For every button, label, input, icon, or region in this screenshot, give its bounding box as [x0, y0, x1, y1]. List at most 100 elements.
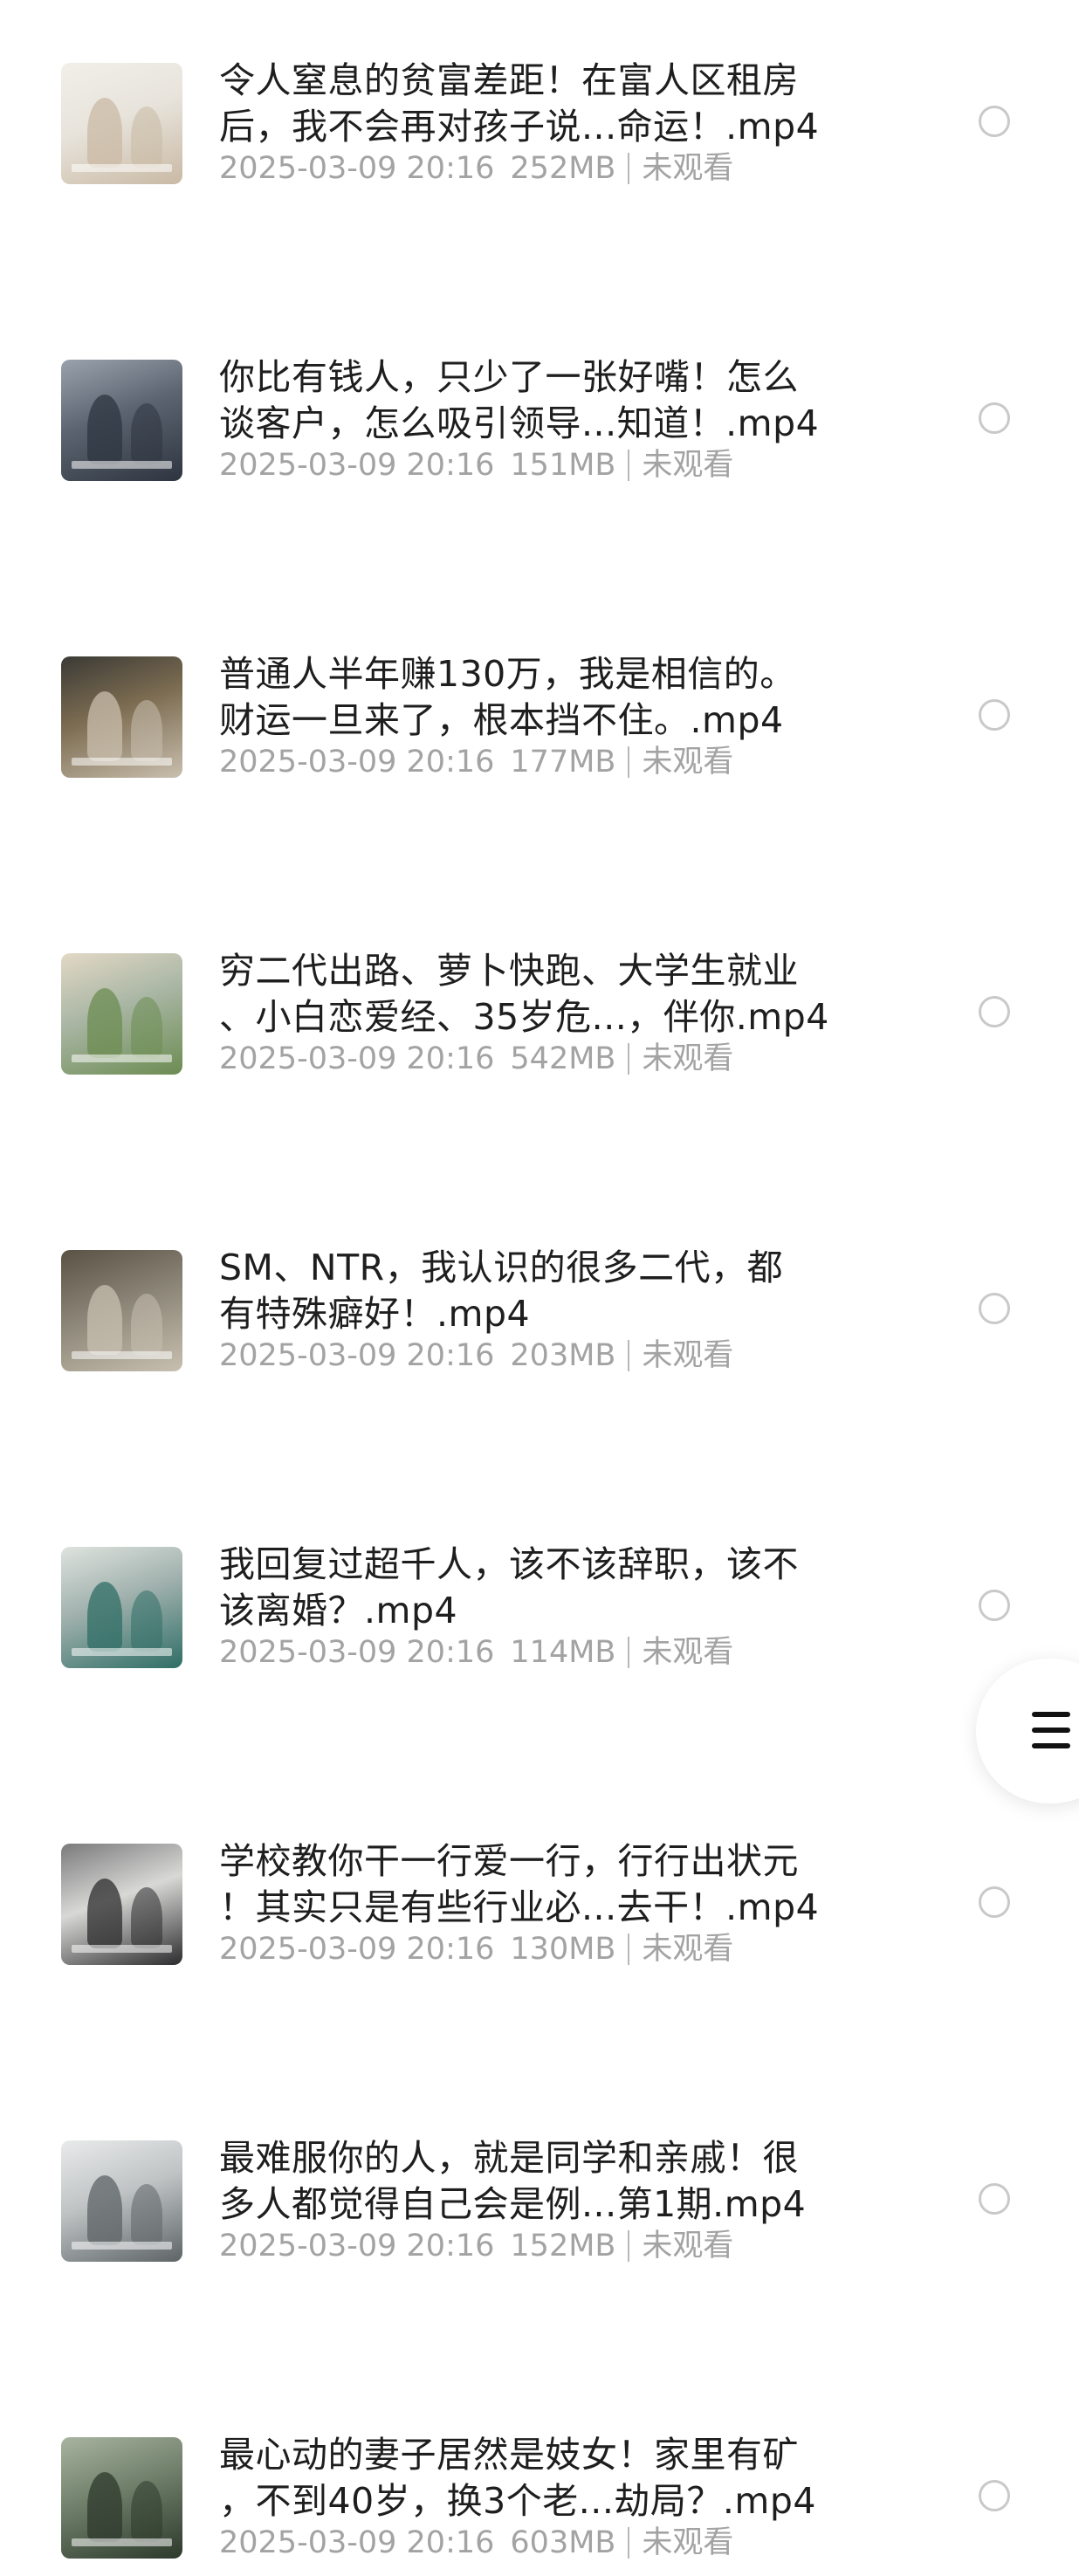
file-title: 令人窒息的贫富差距！在富人区租房 后，我不会再对孩子说...命运！.mp4: [219, 58, 883, 150]
video-thumbnail: [61, 1250, 182, 1371]
file-meta: 2025-03-09 20:16 252MB 未观看: [219, 150, 733, 187]
watch-status: 未观看: [642, 2525, 734, 2560]
file-list-item[interactable]: 最难服你的人，就是同学和亲戚！很 多人都觉得自己会是例...第1期.mp4 2025…: [0, 2072, 1079, 2279]
thumbnail-figure: [131, 403, 162, 464]
video-thumbnail: [61, 656, 182, 778]
file-title-line: 令人窒息的贫富差距！在富人区租房: [219, 59, 799, 101]
thumbnail-subtitle-strip: [72, 1351, 172, 1359]
file-size: 114MB: [510, 1635, 616, 1670]
select-radio-button[interactable]: [979, 2183, 1010, 2215]
meta-divider: [628, 2230, 630, 2262]
file-title-line: 谈客户，怎么吸引领导...知道！.mp4: [219, 402, 820, 444]
file-title: 穷二代出路、萝卜快跑、大学生就业 、小白恋爱经、35岁危...，伴你.mp4: [219, 948, 883, 1041]
file-title: 学校教你干一行爱一行，行行出状元 ！其实只是有些行业必...去干！.mp4: [219, 1838, 883, 1931]
file-date: 2025-03-09 20:16: [219, 1041, 495, 1076]
file-date: 2025-03-09 20:16: [219, 745, 495, 780]
file-title-line: 有特殊癖好！.mp4: [219, 1293, 531, 1335]
file-list-item[interactable]: 我回复过超千人，该不该辞职，该不 该离婚？.mp4 2025-03-09 20:16…: [0, 1479, 1079, 1686]
select-radio-button[interactable]: [979, 699, 1010, 731]
file-title-line: 、小白恋爱经、35岁危...，伴你.mp4: [219, 996, 829, 1038]
file-title-line: 我回复过超千人，该不该辞职，该不: [219, 1543, 799, 1585]
file-list-item[interactable]: 普通人半年赚130万，我是相信的。 财运一旦来了，根本挡不住。.mp4 2025-0…: [0, 588, 1079, 795]
thumbnail-figure: [131, 106, 162, 168]
file-size: 152MB: [510, 2229, 616, 2263]
file-title-line: 该离婚？.mp4: [219, 1590, 458, 1631]
select-radio-button[interactable]: [979, 1886, 1010, 1918]
file-size: 151MB: [510, 448, 616, 483]
thumbnail-figure: [87, 1582, 122, 1652]
meta-divider: [628, 153, 630, 184]
file-title: 普通人半年赚130万，我是相信的。 财运一旦来了，根本挡不住。.mp4: [219, 651, 883, 744]
thumbnail-figure: [131, 997, 162, 1058]
file-date: 2025-03-09 20:16: [219, 1338, 495, 1373]
select-radio-button[interactable]: [979, 1293, 1010, 1324]
meta-divider: [628, 1043, 630, 1075]
file-list-item[interactable]: 令人窒息的贫富差距！在富人区租房 后，我不会再对孩子说...命运！.mp4 2025…: [0, 0, 1079, 202]
select-radio-button[interactable]: [979, 106, 1010, 137]
thumbnail-subtitle-strip: [72, 1054, 172, 1062]
thumbnail-subtitle-strip: [72, 1945, 172, 1953]
file-list-item[interactable]: 你比有钱人，只少了一张好嘴！怎么 谈客户，怎么吸引领导...知道！.mp4 2025…: [0, 292, 1079, 498]
file-title-line: SM、NTR，我认识的很多二代，都: [219, 1247, 784, 1288]
meta-divider: [628, 2527, 630, 2559]
video-thumbnail: [61, 63, 182, 184]
thumbnail-figure: [87, 98, 122, 168]
file-list-item[interactable]: SM、NTR，我认识的很多二代，都 有特殊癖好！.mp4 2025-03-09 20…: [0, 1182, 1079, 1389]
thumbnail-subtitle-strip: [72, 2242, 172, 2250]
file-title-line: 后，我不会再对孩子说...命运！.mp4: [219, 106, 820, 148]
file-title-line: 多人都觉得自己会是例...第1期.mp4: [219, 2183, 807, 2225]
file-size: 603MB: [510, 2525, 616, 2560]
file-date: 2025-03-09 20:16: [219, 2229, 495, 2263]
file-meta: 2025-03-09 20:16 151MB 未观看: [219, 447, 733, 484]
file-meta: 2025-03-09 20:16 203MB 未观看: [219, 1337, 733, 1374]
thumbnail-figure: [131, 1294, 162, 1355]
file-size: 130MB: [510, 1932, 616, 1967]
thumbnail-figure: [87, 1285, 122, 1355]
watch-status: 未观看: [642, 1635, 734, 1670]
video-thumbnail: [61, 2140, 182, 2262]
video-thumbnail: [61, 2437, 182, 2559]
file-meta: 2025-03-09 20:16 603MB 未观看: [219, 2524, 733, 2561]
file-title-line: 最心动的妻子居然是妓女！家里有矿: [219, 2434, 799, 2476]
thumbnail-figure: [87, 988, 122, 1058]
hamburger-menu-icon: [1032, 1712, 1070, 1748]
file-title-line: 穷二代出路、萝卜快跑、大学生就业: [219, 950, 799, 992]
thumbnail-figure: [131, 2481, 162, 2542]
select-radio-button[interactable]: [979, 1590, 1010, 1621]
file-list-item[interactable]: 学校教你干一行爱一行，行行出状元 ！其实只是有些行业必...去干！.mp4 2025…: [0, 1776, 1079, 1982]
file-title-line: 你比有钱人，只少了一张好嘴！怎么: [219, 356, 799, 398]
thumbnail-figure: [87, 2472, 122, 2542]
meta-divider: [628, 746, 630, 778]
file-meta: 2025-03-09 20:16 114MB 未观看: [219, 1634, 733, 1671]
file-list-item[interactable]: 最心动的妻子居然是妓女！家里有矿 ，不到40岁，换3个老...劫局？.mp4 202…: [0, 2369, 1079, 2576]
video-thumbnail: [61, 953, 182, 1075]
meta-divider: [628, 1637, 630, 1668]
file-size: 177MB: [510, 745, 616, 780]
watch-status: 未观看: [642, 1932, 734, 1967]
select-radio-button[interactable]: [979, 402, 1010, 434]
watch-status: 未观看: [642, 448, 734, 483]
watch-status: 未观看: [642, 1041, 734, 1076]
file-title: 最难服你的人，就是同学和亲戚！很 多人都觉得自己会是例...第1期.mp4: [219, 2135, 883, 2228]
meta-divider: [628, 450, 630, 481]
watch-status: 未观看: [642, 151, 734, 186]
watch-status: 未观看: [642, 2229, 734, 2263]
file-title: 最心动的妻子居然是妓女！家里有矿 ，不到40岁，换3个老...劫局？.mp4: [219, 2432, 883, 2524]
file-meta: 2025-03-09 20:16 542MB 未观看: [219, 1041, 733, 1077]
file-title: SM、NTR，我认识的很多二代，都 有特殊癖好！.mp4: [219, 1245, 883, 1337]
thumbnail-subtitle-strip: [72, 461, 172, 469]
meta-divider: [628, 1340, 630, 1371]
file-title-line: 普通人半年赚130万，我是相信的。: [219, 653, 796, 695]
select-radio-button[interactable]: [979, 996, 1010, 1027]
thumbnail-subtitle-strip: [72, 1648, 172, 1656]
video-thumbnail: [61, 1844, 182, 1965]
thumbnail-figure: [131, 700, 162, 761]
select-radio-button[interactable]: [979, 2480, 1010, 2511]
file-title: 你比有钱人，只少了一张好嘴！怎么 谈客户，怎么吸引领导...知道！.mp4: [219, 354, 883, 447]
video-thumbnail: [61, 1547, 182, 1668]
thumbnail-figure: [87, 691, 122, 761]
file-title-line: 学校教你干一行爱一行，行行出状元: [219, 1840, 799, 1882]
file-list-item[interactable]: 穷二代出路、萝卜快跑、大学生就业 、小白恋爱经、35岁危...，伴你.mp4 202…: [0, 885, 1079, 1092]
thumbnail-figure: [131, 1887, 162, 1948]
file-title-line: 最难服你的人，就是同学和亲戚！很: [219, 2137, 799, 2179]
